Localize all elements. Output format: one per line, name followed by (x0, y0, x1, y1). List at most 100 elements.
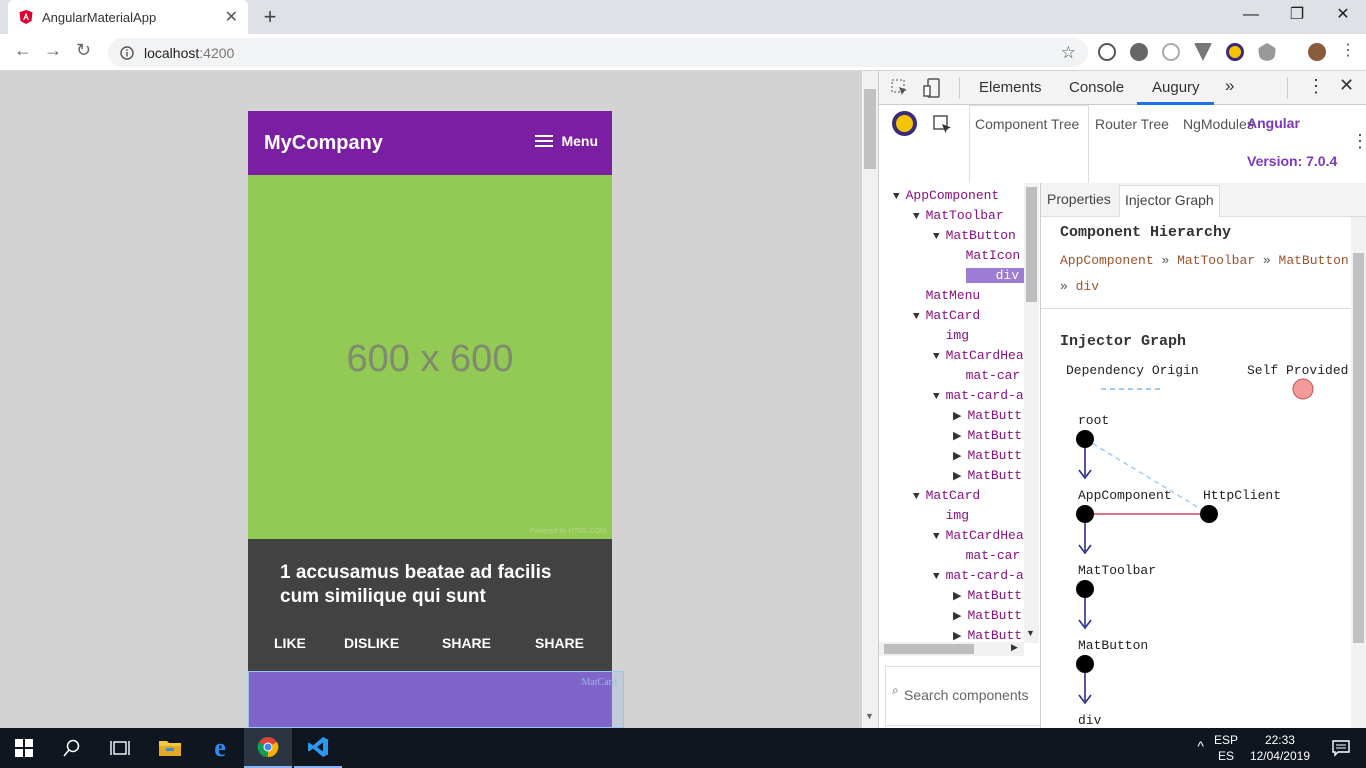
back-icon[interactable]: ← (14, 40, 32, 61)
collapse-arrow-icon[interactable]: ▶ (953, 471, 961, 483)
tray-chevron-icon[interactable]: ^ (1197, 738, 1204, 754)
share-button-2[interactable]: SHARE (535, 635, 584, 651)
close-window-button[interactable]: ✕ (1320, 0, 1366, 30)
expand-arrow-icon[interactable]: ▼ (933, 391, 940, 403)
more-tabs-button[interactable]: » (1225, 76, 1234, 96)
extension-icon-1[interactable] (1098, 43, 1116, 61)
tree-node[interactable]: ▼mat-car (953, 546, 1021, 566)
new-tab-button[interactable]: + (258, 4, 282, 30)
augury-menu-icon[interactable]: ⋮ (1351, 131, 1366, 152)
tree-node[interactable]: ▶ MatButt (953, 446, 1022, 466)
address-bar[interactable]: localhost:4200 ☆ (108, 38, 1088, 67)
tree-node[interactable]: ▼ MatCardHea (933, 526, 1024, 546)
extension-icon-3[interactable] (1162, 43, 1180, 61)
file-explorer-button[interactable] (146, 728, 194, 768)
tree-node[interactable]: ▶ MatButt (953, 586, 1022, 606)
expand-arrow-icon[interactable]: ▼ (893, 191, 900, 203)
tree-node[interactable]: ▶ MatButt (953, 426, 1022, 446)
tree-node[interactable]: ▼img (933, 506, 969, 526)
extension-icon-2[interactable] (1130, 43, 1148, 61)
scroll-down-arrow-icon[interactable]: ▼ (865, 711, 874, 721)
bookmark-star-icon[interactable]: ☆ (1061, 43, 1076, 63)
page-scrollbar-thumb[interactable] (864, 89, 876, 169)
collapse-arrow-icon[interactable]: ▶ (953, 411, 961, 423)
tree-node[interactable]: ▼ mat-card-a (933, 386, 1024, 406)
collapse-arrow-icon[interactable]: ▶ (953, 591, 961, 603)
language-indicator[interactable]: ESP ES (1214, 732, 1238, 764)
tree-node[interactable]: ▶ MatButt (953, 606, 1022, 626)
angular-extension-icon[interactable] (1258, 43, 1276, 61)
tab-properties[interactable]: Properties (1047, 191, 1111, 207)
tree-node[interactable]: ▶ MatButt (953, 466, 1022, 486)
tab-console[interactable]: Console (1069, 79, 1124, 96)
node-mattoolbar[interactable] (1076, 580, 1094, 598)
select-component-icon[interactable] (933, 115, 953, 135)
expand-arrow-icon[interactable]: ▼ (933, 231, 940, 243)
tab-close-icon[interactable]: ✕ (225, 7, 238, 27)
collapse-arrow-icon[interactable]: ▶ (953, 451, 961, 463)
node-root[interactable] (1076, 430, 1094, 448)
chrome-taskbar-button[interactable] (244, 728, 292, 768)
chrome-menu-icon[interactable]: ⋮ (1340, 43, 1356, 61)
inspect-element-icon[interactable] (891, 79, 909, 97)
collapse-arrow-icon[interactable]: ▶ (953, 611, 961, 623)
augury-extension-icon[interactable] (1226, 43, 1244, 61)
tree-node[interactable]: ▼ MatCard (913, 486, 980, 506)
browser-tab[interactable]: AngularMaterialApp ✕ (8, 0, 248, 34)
tree-node[interactable]: ▼ MatCardHea (933, 346, 1024, 366)
tree-node[interactable]: ▼ MatToolbar (913, 206, 1004, 226)
task-view-button[interactable] (96, 728, 144, 768)
notifications-icon[interactable] (1332, 739, 1350, 757)
injector-scrollbar-thumb[interactable] (1353, 253, 1364, 643)
minimize-button[interactable]: — (1228, 0, 1274, 30)
expand-arrow-icon[interactable]: ▼ (913, 491, 920, 503)
tree-node[interactable]: ▼MatIcon (953, 246, 1021, 266)
tree-node[interactable]: ▶ MatButt (953, 406, 1022, 426)
node-appcomponent[interactable] (1076, 505, 1094, 523)
tree-hscrollbar-thumb[interactable] (884, 644, 974, 654)
start-button[interactable] (0, 728, 48, 768)
devtools-menu-icon[interactable]: ⋮ (1307, 76, 1325, 97)
breadcrumb-item[interactable]: AppComponent (1060, 253, 1154, 268)
expand-arrow-icon[interactable]: ▼ (933, 571, 940, 583)
tree-scroll-down-icon[interactable]: ▼ (1026, 628, 1035, 638)
expand-arrow-icon[interactable]: ▼ (933, 351, 940, 363)
tree-node[interactable]: ▼ AppComponent (893, 186, 999, 206)
info-icon[interactable] (120, 45, 134, 60)
tree-hscrollbar[interactable]: ▶ (879, 642, 1024, 656)
reload-icon[interactable]: ↻ (76, 40, 91, 61)
node-httpclient[interactable] (1200, 505, 1218, 523)
tree-node[interactable]: ▼mat-car (953, 366, 1021, 386)
injector-scrollbar[interactable] (1351, 217, 1366, 728)
search-taskbar-button[interactable] (48, 728, 96, 768)
breadcrumb-item[interactable]: MatButton (1279, 253, 1349, 268)
tab-elements[interactable]: Elements (979, 79, 1042, 96)
tree-scrollbar-thumb[interactable] (1026, 187, 1037, 302)
tab-ngmodules[interactable]: NgModules (1183, 116, 1254, 132)
tree-scrollbar[interactable]: ▼ (1024, 183, 1039, 643)
breadcrumb-item[interactable]: div (1076, 279, 1099, 294)
system-clock[interactable]: 22:33 12/04/2019 (1250, 732, 1310, 764)
like-button[interactable]: LIKE (274, 635, 306, 651)
search-components-field[interactable]: ⌕ Search components (885, 666, 1040, 726)
tree-node[interactable]: ▼ mat-card-a (933, 566, 1024, 586)
expand-arrow-icon[interactable]: ▼ (913, 311, 920, 323)
vscode-taskbar-button[interactable] (294, 728, 342, 768)
device-toolbar-icon[interactable] (923, 78, 941, 98)
tab-component-tree[interactable]: Component Tree (975, 116, 1079, 132)
edge-button[interactable]: e (196, 728, 244, 768)
vue-devtools-icon[interactable] (1194, 43, 1212, 61)
tab-router-tree[interactable]: Router Tree (1095, 116, 1169, 132)
expand-arrow-icon[interactable]: ▼ (933, 531, 940, 543)
share-button[interactable]: SHARE (442, 635, 491, 651)
dislike-button[interactable]: DISLIKE (344, 635, 399, 651)
collapse-arrow-icon[interactable]: ▶ (953, 431, 961, 443)
tree-node[interactable]: ▼ MatButton (933, 226, 1016, 246)
forward-icon[interactable]: → (44, 40, 62, 61)
expand-arrow-icon[interactable]: ▼ (913, 211, 920, 223)
tab-augury[interactable]: Augury (1152, 79, 1200, 96)
devtools-close-icon[interactable]: ✕ (1339, 75, 1354, 96)
tree-node[interactable]: ▼MatMenu (913, 286, 981, 306)
tree-node[interactable]: ▼img (933, 326, 969, 346)
restore-button[interactable]: ❐ (1274, 0, 1320, 30)
